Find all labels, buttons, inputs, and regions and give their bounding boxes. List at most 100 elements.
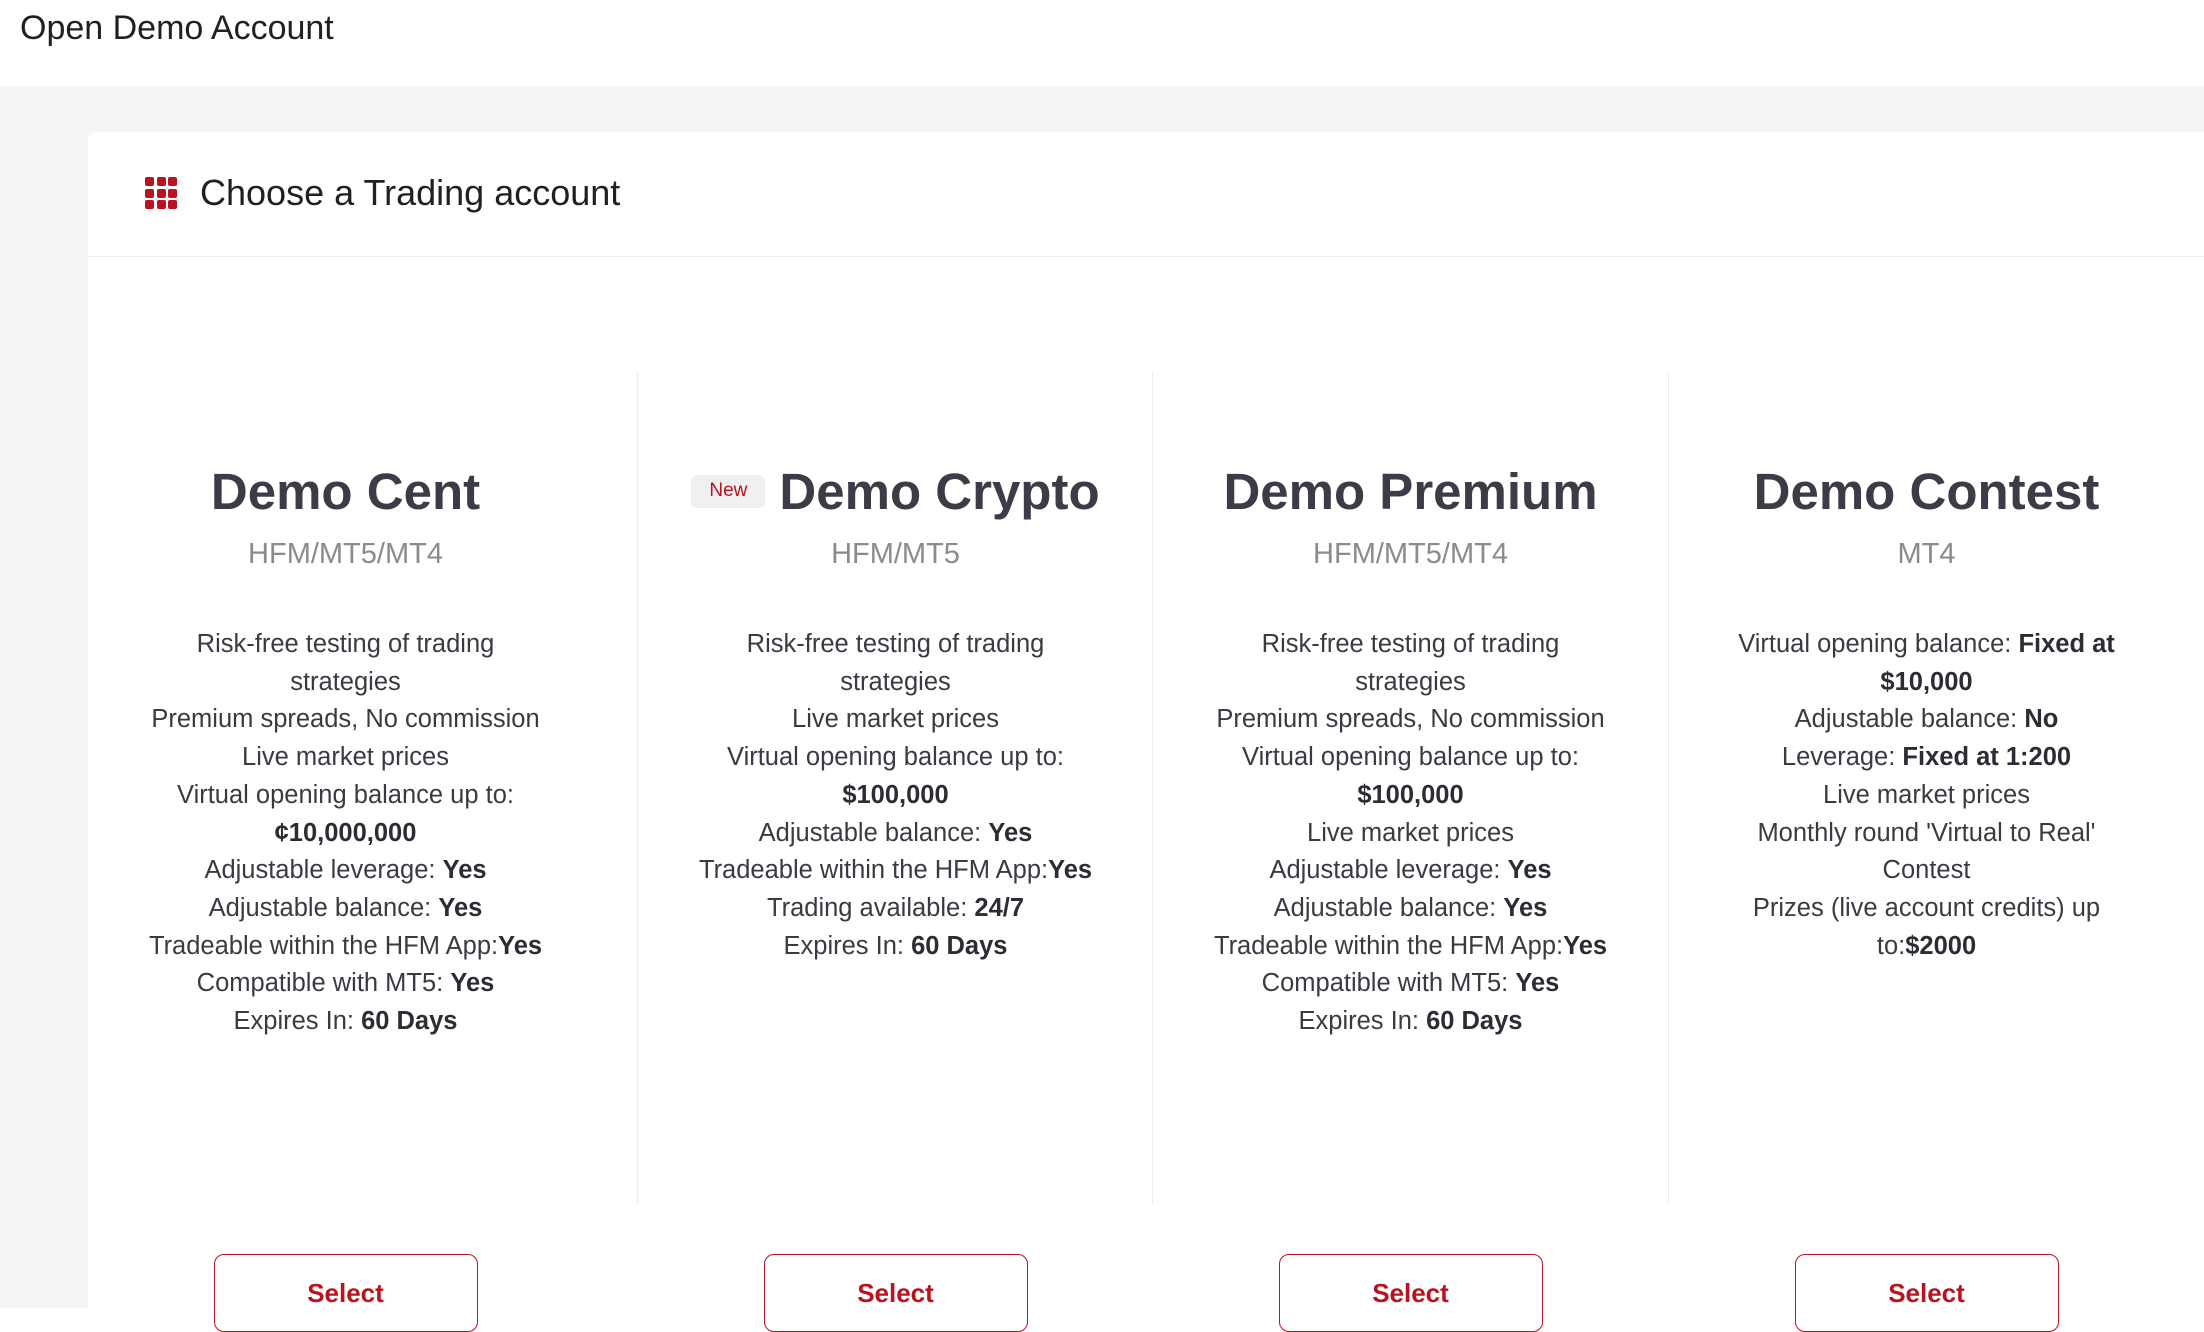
feature-line: Tradeable within the HFM App:Yes bbox=[88, 928, 603, 966]
account-card-demo-crypto: New Demo Crypto HFM/MT5 Risk-free testing… bbox=[637, 372, 1153, 1332]
card-platform: HFM/MT5/MT4 bbox=[1313, 538, 1508, 570]
feature-line: strategies bbox=[88, 664, 603, 702]
feature-line: $10,000 bbox=[1669, 664, 2184, 702]
feature-text: Expires In: bbox=[1298, 1007, 1427, 1036]
feature-text: Virtual opening balance up to: bbox=[177, 780, 514, 809]
feature-value: Yes bbox=[438, 893, 483, 922]
grid-apps-icon bbox=[145, 177, 177, 209]
feature-line: Monthly round 'Virtual to Real' bbox=[1669, 815, 2184, 853]
feature-line: Virtual opening balance up to: bbox=[638, 739, 1153, 777]
feature-text: strategies bbox=[840, 667, 951, 696]
feature-line: Live market prices bbox=[638, 701, 1153, 739]
feature-value: Yes bbox=[450, 969, 495, 998]
feature-text: strategies bbox=[1355, 667, 1466, 696]
feature-line: Expires In: 60 Days bbox=[1153, 1003, 1668, 1041]
feature-line: Adjustable balance: Yes bbox=[638, 815, 1153, 853]
feature-value: $100,000 bbox=[842, 780, 949, 809]
feature-line: Adjustable leverage: Yes bbox=[88, 852, 603, 890]
feature-value: 24/7 bbox=[974, 893, 1025, 922]
feature-text: Live market prices bbox=[792, 705, 999, 734]
feature-line: to:$2000 bbox=[1669, 928, 2184, 966]
feature-text: Live market prices bbox=[1823, 780, 2030, 809]
feature-text: to: bbox=[1876, 931, 1906, 960]
feature-line: $100,000 bbox=[638, 777, 1153, 815]
feature-list: Risk-free testing of trading strategies Pr… bbox=[1153, 626, 1668, 1041]
feature-value: Yes bbox=[442, 856, 487, 885]
feature-line: Risk-free testing of trading bbox=[88, 626, 603, 664]
feature-list: Risk-free testing of trading strategies Pr… bbox=[88, 626, 603, 1041]
feature-text: Adjustable balance: bbox=[1273, 893, 1504, 922]
feature-text: Live market prices bbox=[242, 743, 449, 772]
feature-text: Risk-free testing of trading bbox=[1261, 630, 1560, 658]
feature-value: 60 Days bbox=[361, 1007, 458, 1036]
feature-value: 60 Days bbox=[1426, 1007, 1523, 1036]
feature-text: Virtual opening balance: bbox=[1738, 630, 2019, 658]
feature-text: Expires In: bbox=[233, 1007, 362, 1036]
feature-line: Expires In: 60 Days bbox=[88, 1003, 603, 1041]
feature-line: Live market prices bbox=[1153, 815, 1668, 853]
feature-value: Yes bbox=[1507, 856, 1552, 885]
feature-text: Tradeable within the HFM App: bbox=[1213, 931, 1564, 960]
feature-line: Leverage: Fixed at 1:200 bbox=[1669, 739, 2184, 777]
feature-text: Virtual opening balance up to: bbox=[1242, 743, 1579, 772]
page-title: Open Demo Account bbox=[20, 9, 334, 47]
feature-text: Expires In: bbox=[783, 931, 912, 960]
card-title: Demo Contest bbox=[1669, 460, 2184, 524]
feature-line: Compatible with MT5: Yes bbox=[88, 965, 603, 1003]
feature-text: Leverage: bbox=[1781, 743, 1903, 772]
feature-line: ¢10,000,000 bbox=[88, 815, 603, 853]
panel-title: Choose a Trading account bbox=[200, 172, 621, 213]
feature-line: Trading available: 24/7 bbox=[638, 890, 1153, 928]
account-card-demo-premium: Demo Premium HFM/MT5/MT4 Risk-free testi… bbox=[1152, 372, 1668, 1332]
feature-line: Risk-free testing of trading bbox=[1153, 626, 1668, 664]
feature-value: No bbox=[2024, 705, 2059, 734]
feature-text: Premium spreads, No commission bbox=[151, 705, 540, 734]
feature-value: Fixed at bbox=[2018, 630, 2115, 658]
feature-line: Contest bbox=[1669, 852, 2184, 890]
feature-value: Yes bbox=[1048, 856, 1093, 885]
account-card-demo-contest: Demo Contest MT4 Virtual opening balance… bbox=[1668, 372, 2184, 1332]
account-selection-panel: Choose a Trading account Demo Cent HFM/M… bbox=[88, 132, 2204, 1332]
feature-text: strategies bbox=[290, 667, 401, 696]
feature-line: Live market prices bbox=[88, 739, 603, 777]
feature-text: Virtual opening balance up to: bbox=[727, 743, 1064, 772]
card-title: Demo Cent bbox=[88, 460, 603, 524]
feature-value: 60 Days bbox=[911, 931, 1008, 960]
feature-text: Live market prices bbox=[1307, 818, 1514, 847]
feature-line: Adjustable balance: Yes bbox=[1153, 890, 1668, 928]
feature-line: Risk-free testing of trading bbox=[638, 626, 1153, 664]
feature-text: Adjustable balance: bbox=[758, 818, 989, 847]
select-demo-contest-button[interactable]: Select bbox=[1794, 1254, 2059, 1332]
feature-value: $100,000 bbox=[1357, 780, 1464, 809]
card-platform: HFM/MT5 bbox=[831, 538, 960, 570]
feature-line: Virtual opening balance: Fixed at bbox=[1669, 626, 2184, 664]
feature-text: Compatible with MT5: bbox=[1261, 969, 1516, 998]
feature-value: Yes bbox=[1563, 931, 1608, 960]
account-cards: Demo Cent HFM/MT5/MT4 Risk-free testing … bbox=[88, 372, 2115, 1332]
feature-line: Adjustable leverage: Yes bbox=[1153, 852, 1668, 890]
feature-text: Adjustable balance: bbox=[1794, 705, 2025, 734]
feature-list: Risk-free testing of trading strategies Li… bbox=[638, 626, 1153, 965]
feature-text: Monthly round 'Virtual to Real' bbox=[1757, 818, 2096, 847]
feature-line: Adjustable balance: No bbox=[1669, 701, 2184, 739]
feature-line: Adjustable balance: Yes bbox=[88, 890, 603, 928]
feature-value: $10,000 bbox=[1880, 667, 1973, 696]
account-name: Demo Premium bbox=[1223, 463, 1598, 520]
feature-line: Tradeable within the HFM App:Yes bbox=[1153, 928, 1668, 966]
account-name: Demo Crypto bbox=[779, 463, 1100, 520]
card-platform: MT4 bbox=[1897, 538, 1956, 570]
new-badge: New bbox=[691, 475, 766, 509]
feature-line: Virtual opening balance up to: bbox=[1153, 739, 1668, 777]
panel-header: Choose a Trading account bbox=[88, 132, 2204, 257]
account-name: Demo Contest bbox=[1753, 463, 2100, 520]
feature-line: Premium spreads, No commission bbox=[88, 701, 603, 739]
select-demo-crypto-button[interactable]: Select bbox=[763, 1254, 1028, 1332]
card-title: New Demo Crypto bbox=[638, 460, 1153, 524]
feature-text: Tradeable within the HFM App: bbox=[698, 856, 1049, 885]
account-card-demo-cent: Demo Cent HFM/MT5/MT4 Risk-free testing … bbox=[88, 372, 603, 1332]
feature-text: Prizes (live account credits) up bbox=[1752, 893, 2101, 922]
select-demo-cent-button[interactable]: Select bbox=[213, 1254, 478, 1332]
feature-text: Adjustable balance: bbox=[208, 893, 439, 922]
select-demo-premium-button[interactable]: Select bbox=[1278, 1254, 1543, 1332]
feature-value: Yes bbox=[498, 931, 543, 960]
